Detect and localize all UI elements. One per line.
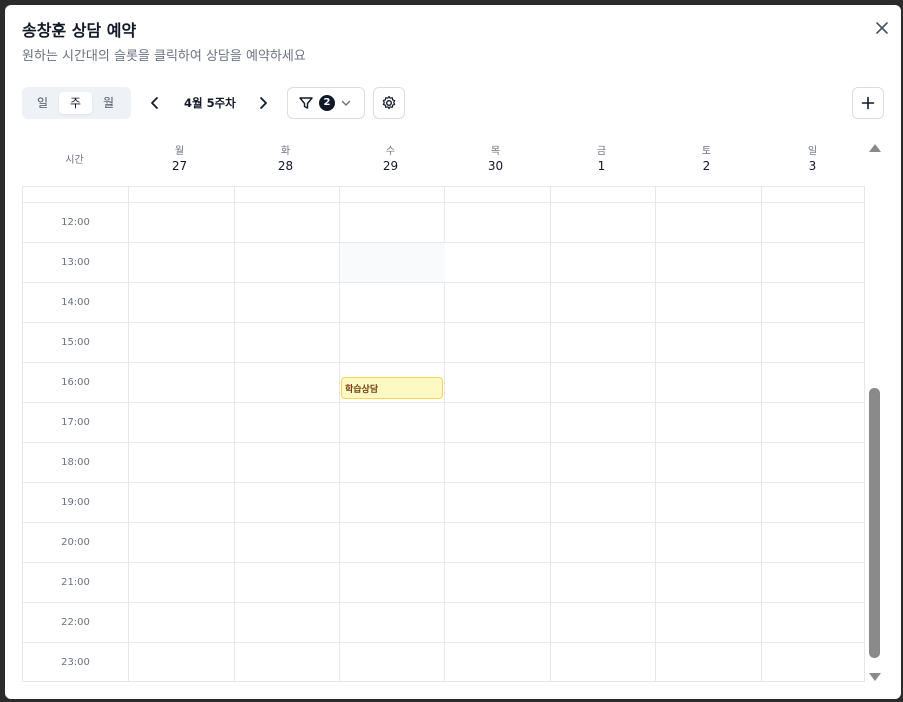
next-week-button[interactable]	[256, 95, 270, 111]
day-header-sat: 토 2	[654, 142, 759, 173]
close-button[interactable]	[873, 19, 891, 37]
filter-count-badge: 2	[319, 95, 335, 111]
calendar-toolbar: 일 주 월 4월 5주차 2	[22, 87, 901, 119]
settings-button[interactable]	[373, 87, 405, 119]
time-row: 16:00	[23, 362, 864, 402]
day-name: 금	[596, 146, 607, 157]
time-label: 12:00	[61, 217, 90, 228]
time-label: 18:00	[61, 457, 90, 468]
time-column-header: 시간	[65, 155, 84, 166]
day-header-tue: 화 28	[233, 142, 338, 173]
time-row: 19:00	[23, 482, 864, 522]
day-header-sun: 일 3	[760, 142, 865, 173]
chevron-down-icon	[341, 100, 351, 106]
view-switcher: 일 주 월	[22, 87, 131, 119]
prev-week-button[interactable]	[148, 95, 162, 111]
filter-icon	[299, 97, 313, 109]
time-label: 20:00	[61, 537, 90, 548]
time-row: 12:00	[23, 202, 864, 242]
calendar-header: 시간 월 27 화 28 수 29 목 30 금 1 토 2 일 3	[22, 136, 865, 186]
chevron-left-icon	[151, 97, 158, 109]
day-header-wed: 수 29	[338, 142, 443, 173]
time-row: 15:00	[23, 322, 864, 362]
day-header-thu: 목 30	[443, 142, 548, 173]
time-row: 23:00	[23, 642, 864, 681]
add-button[interactable]	[852, 87, 884, 119]
vertical-scrollbar[interactable]	[867, 141, 882, 687]
time-label: 22:00	[61, 617, 90, 628]
time-row: 21:00	[23, 562, 864, 602]
time-slot-hover[interactable]	[340, 243, 445, 283]
close-icon	[876, 22, 888, 34]
time-row: 13:00	[23, 242, 864, 283]
time-label: 19:00	[61, 497, 90, 508]
event-consultation[interactable]: 학습상담	[341, 377, 443, 399]
day-name: 일	[807, 146, 818, 157]
day-header-mon: 월 27	[127, 142, 232, 173]
day-date: 2	[702, 159, 711, 173]
day-name: 수	[385, 146, 396, 157]
scroll-down-arrow[interactable]	[869, 673, 881, 681]
time-row: 20:00	[23, 522, 864, 562]
view-week-tab[interactable]: 주	[59, 92, 92, 114]
plus-icon	[861, 96, 875, 110]
time-label: 21:00	[61, 577, 90, 588]
time-grid: 12:00 13:00 14:00 15:00 16:00 17:00 18:0…	[22, 186, 865, 682]
scrollbar-thumb[interactable]	[869, 388, 880, 658]
day-name: 화	[280, 146, 291, 157]
day-name: 목	[490, 146, 501, 157]
view-month-tab[interactable]: 월	[92, 92, 125, 114]
time-row: 17:00	[23, 402, 864, 442]
time-row: 22:00	[23, 602, 864, 642]
day-date: 29	[382, 159, 399, 173]
scroll-up-arrow[interactable]	[869, 144, 881, 152]
time-row: 14:00	[23, 282, 864, 322]
modal-subtitle: 원하는 시간대의 슬롯을 클릭하여 상담을 예약하세요	[22, 49, 306, 64]
time-label: 15:00	[61, 337, 90, 348]
view-day-tab[interactable]: 일	[26, 92, 59, 114]
time-label: 16:00	[61, 377, 90, 388]
modal-title: 송창훈 상담 예약	[22, 21, 137, 40]
day-date: 1	[597, 159, 606, 173]
time-row: 18:00	[23, 442, 864, 482]
gear-icon	[382, 95, 396, 110]
chevron-right-icon	[260, 97, 267, 109]
day-date: 28	[277, 159, 294, 173]
day-date: 30	[487, 159, 504, 173]
time-label: 17:00	[61, 417, 90, 428]
time-label: 13:00	[61, 257, 90, 268]
day-date: 27	[171, 159, 188, 173]
filter-button[interactable]: 2	[287, 87, 365, 119]
booking-modal: 송창훈 상담 예약 원하는 시간대의 슬롯을 클릭하여 상담을 예약하세요 일 …	[5, 5, 901, 699]
day-header-fri: 금 1	[549, 142, 654, 173]
week-calendar: 시간 월 27 화 28 수 29 목 30 금 1 토 2 일 3 12:00…	[22, 136, 865, 682]
week-label: 4월 5주차	[184, 96, 236, 110]
day-date: 3	[808, 159, 817, 173]
day-name: 토	[701, 146, 712, 157]
day-name: 월	[174, 146, 185, 157]
time-label: 23:00	[61, 657, 90, 668]
time-label: 14:00	[61, 297, 90, 308]
